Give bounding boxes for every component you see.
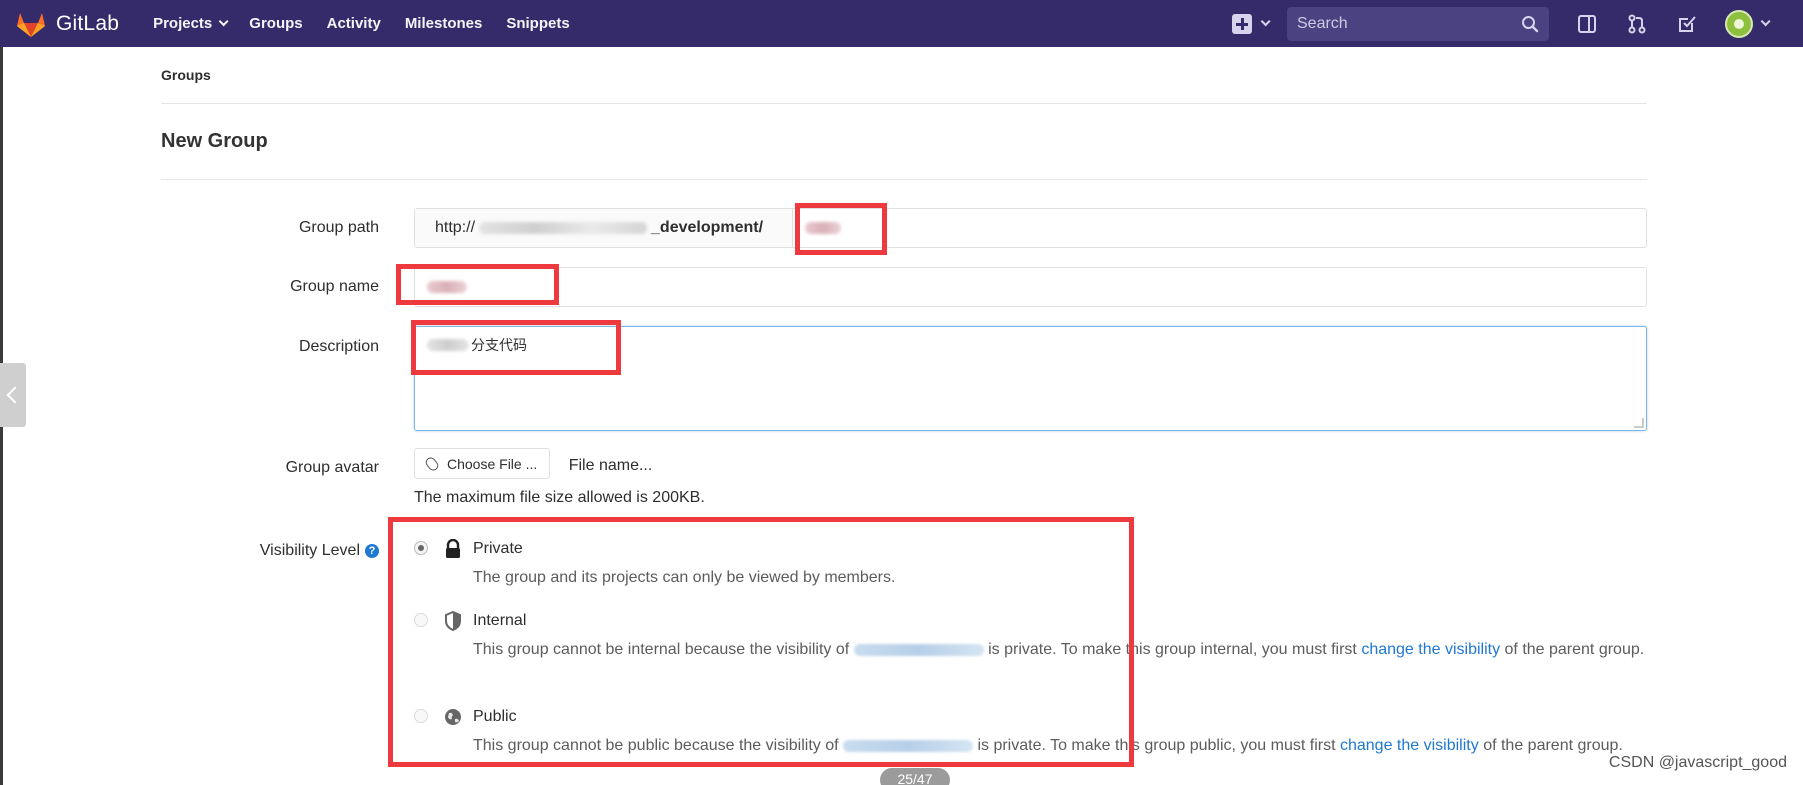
chevron-left-icon <box>6 386 24 404</box>
nav-milestones[interactable]: Milestones <box>405 15 483 32</box>
group-name-label: Group name <box>290 278 379 295</box>
chevron-down-icon <box>1260 16 1271 27</box>
redacted-name-value <box>427 281 467 293</box>
choose-file-button[interactable]: Choose File ... <box>414 448 551 479</box>
description-row: Description 分支代码 <box>161 326 1647 433</box>
nav-activity[interactable]: Activity <box>327 15 381 32</box>
visibility-label-text: Visibility Level <box>259 542 360 559</box>
choose-file-label: Choose File ... <box>447 455 538 472</box>
chevron-down-icon <box>218 16 229 27</box>
resize-handle[interactable] <box>1634 418 1644 428</box>
search-input[interactable] <box>1297 14 1521 33</box>
private-description: The group and its projects can only be v… <box>473 569 896 586</box>
group-path-input-group: http:// _development/ <box>414 208 1647 248</box>
help-icon[interactable]: ? <box>365 543 379 558</box>
group-path-prefix: http:// _development/ <box>415 209 793 247</box>
group-path-label: Group path <box>298 219 379 236</box>
internal-description: This group cannot be internal because th… <box>473 638 1645 662</box>
public-desc-end: of the parent group. <box>1483 737 1623 754</box>
visibility-row: Visibility Level? Private The group and … <box>161 533 1647 785</box>
group-avatar-row: Group avatar Choose File ... File name..… <box>161 448 1647 518</box>
public-desc-start: This group cannot be public because the … <box>473 737 839 754</box>
breadcrumb: Groups <box>161 47 1647 104</box>
redacted-parent-group-link[interactable] <box>853 643 984 656</box>
lock-icon <box>446 539 460 558</box>
description-label: Description <box>298 338 379 355</box>
brand-name: GitLab <box>56 11 120 35</box>
visibility-label: Visibility Level? <box>161 542 379 560</box>
file-name-text: File name... <box>568 457 653 475</box>
internal-desc-mid: is private. To make this group internal,… <box>988 641 1357 658</box>
description-value: 分支代码 <box>427 335 1634 355</box>
description-text: 分支代码 <box>471 338 527 354</box>
public-radio[interactable] <box>414 709 428 723</box>
group-avatar-field: Choose File ... File name... The maximum… <box>414 448 705 507</box>
nav-projects[interactable]: Projects <box>153 15 229 32</box>
collapse-sidebar-tab[interactable] <box>0 363 26 427</box>
shield-icon <box>445 611 461 631</box>
user-menu[interactable] <box>1725 9 1771 38</box>
chevron-down-icon <box>1760 16 1771 27</box>
merge-request-icon[interactable] <box>1625 12 1649 36</box>
todo-checkmark-icon[interactable] <box>1675 12 1699 36</box>
avatar <box>1725 9 1753 38</box>
globe-icon <box>445 709 461 725</box>
internal-change-visibility-link[interactable]: change the visibility <box>1361 641 1500 658</box>
path-prefix-start: http:// <box>435 219 476 236</box>
public-description: This group cannot be public because the … <box>473 734 1645 758</box>
search-icon[interactable] <box>1521 15 1539 33</box>
page-title: New Group <box>161 104 1647 180</box>
internal-radio[interactable] <box>414 613 428 627</box>
new-dropdown-button[interactable] <box>1232 13 1271 34</box>
private-title: Private <box>473 540 523 557</box>
main-nav: Projects Groups Activity Milestones Snip… <box>153 0 594 47</box>
gitlab-home-link[interactable]: GitLab <box>16 0 119 47</box>
nav-groups[interactable]: Groups <box>249 15 302 32</box>
group-avatar-label: Group avatar <box>285 459 379 476</box>
redacted-parent-group-link[interactable] <box>843 739 973 752</box>
path-prefix-end: _development/ <box>651 219 764 236</box>
description-field: 分支代码 <box>414 326 1647 431</box>
nav-snippets[interactable]: Snippets <box>506 15 569 32</box>
avatar-size-hint: The maximum file size allowed is 200KB. <box>414 489 705 506</box>
internal-desc-end: of the parent group. <box>1504 641 1645 658</box>
internal-desc-start: This group cannot be internal because th… <box>473 641 850 658</box>
nav-projects-label: Projects <box>153 15 213 32</box>
private-radio[interactable] <box>414 541 428 555</box>
description-textarea[interactable]: 分支代码 <box>414 326 1647 431</box>
gitlab-logo-icon <box>17 12 45 37</box>
public-desc-mid: is private. To make this group public, y… <box>977 737 1336 754</box>
visibility-option-private[interactable]: Private The group and its projects can o… <box>414 537 1647 597</box>
internal-title: Internal <box>473 612 527 629</box>
group-name-row: Group name <box>161 267 1647 309</box>
visibility-option-internal: Internal This group cannot be internal b… <box>414 609 1647 689</box>
search-box[interactable] <box>1287 6 1549 41</box>
page-indicator: 25/47 <box>880 768 950 785</box>
public-change-visibility-link[interactable]: change the visibility <box>1340 737 1479 754</box>
plus-icon <box>1232 13 1252 34</box>
watermark-text: CSDN @javascript_good <box>1608 754 1787 771</box>
group-path-input[interactable] <box>793 209 1646 247</box>
group-name-field <box>414 267 1647 307</box>
paperclip-icon <box>423 454 441 473</box>
top-navbar: GitLab Projects Groups Activity Mileston… <box>0 0 1803 47</box>
group-name-input[interactable] <box>414 267 1647 307</box>
sidebar-toggle-icon[interactable] <box>1575 12 1599 36</box>
redacted-host <box>479 222 648 234</box>
public-title: Public <box>473 708 517 725</box>
visibility-option-public: Public This group cannot be public becau… <box>414 705 1647 785</box>
navbar-right <box>1232 0 1803 47</box>
group-path-field: http:// _development/ <box>414 208 1647 248</box>
redacted-description-prefix <box>427 339 469 351</box>
breadcrumb-groups[interactable]: Groups <box>161 67 211 83</box>
redacted-path-value <box>805 222 841 234</box>
main-content: Groups New Group Group path http:// _dev… <box>161 47 1647 754</box>
group-path-row: Group path http:// _development/ <box>161 208 1647 250</box>
